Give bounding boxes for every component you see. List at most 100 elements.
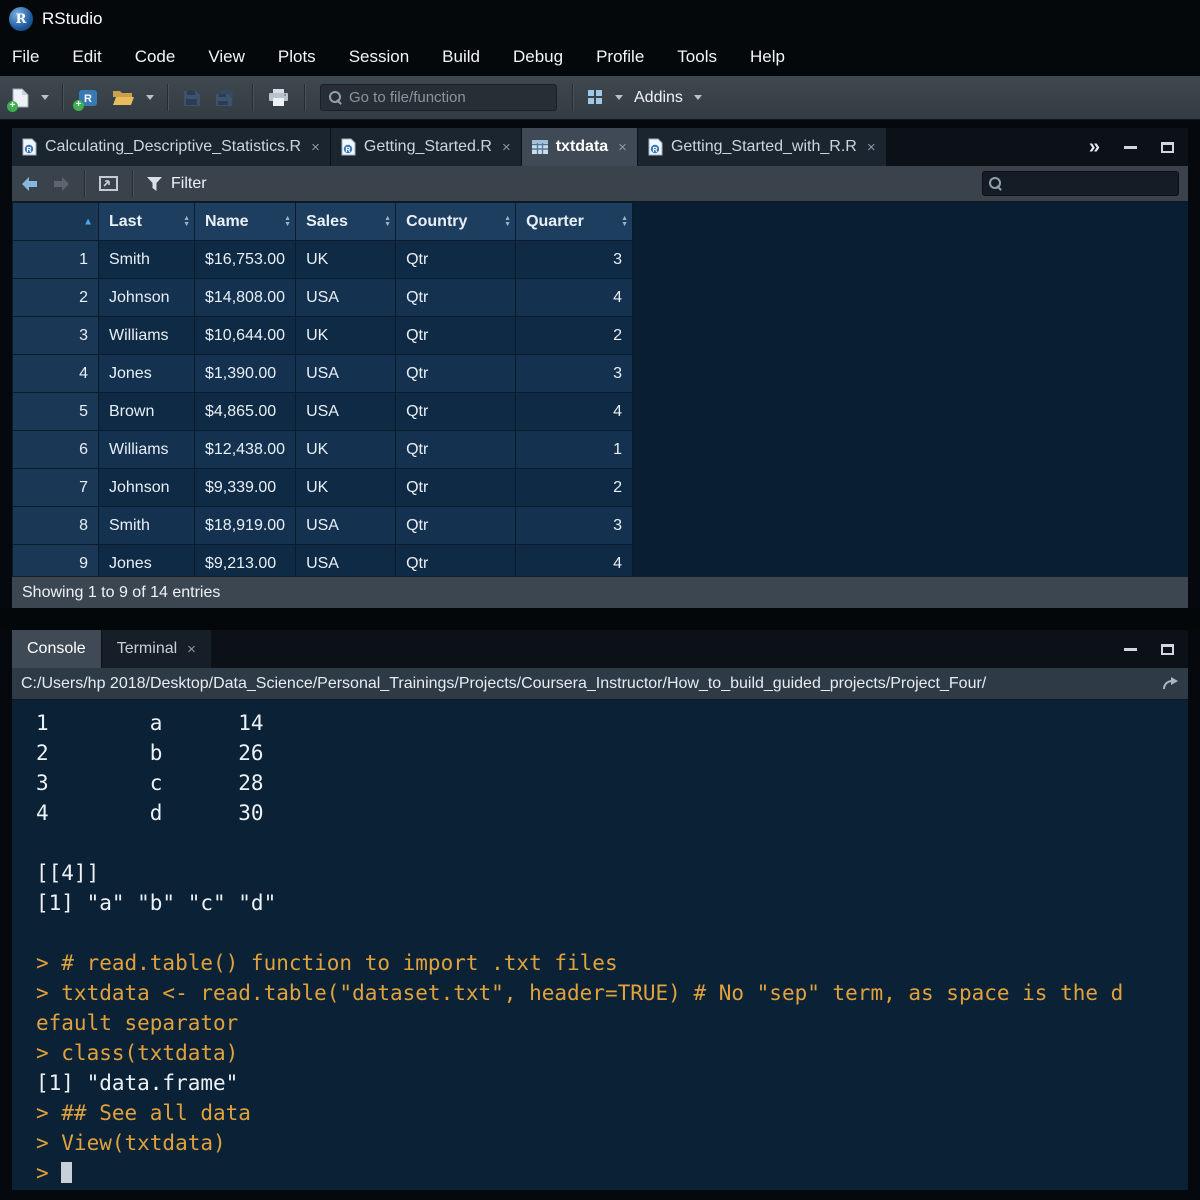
- console-tab-bar: Console Terminal ×: [12, 630, 1188, 668]
- back-arrow-icon[interactable]: [21, 176, 41, 192]
- minimize-pane-icon[interactable]: [1124, 145, 1137, 149]
- table-cell: $9,339.00: [193, 468, 297, 507]
- column-header-last[interactable]: Last ▲ ▼: [98, 202, 195, 241]
- goto-directory-icon[interactable]: [1163, 676, 1179, 691]
- editor-tab-getting_started_with_r.r[interactable]: R Getting_Started_with_R.R ×: [637, 128, 886, 166]
- filter-button[interactable]: Filter: [171, 175, 207, 193]
- maximize-pane-icon[interactable]: [1161, 643, 1174, 655]
- menu-item-build[interactable]: Build: [442, 47, 480, 67]
- menu-item-view[interactable]: View: [208, 47, 245, 67]
- column-header-name[interactable]: Name ▲ ▼: [193, 202, 297, 241]
- table-cell: $18,919.00: [193, 506, 297, 545]
- console-tab-console[interactable]: Console: [12, 630, 101, 668]
- save-all-button[interactable]: [211, 86, 241, 110]
- print-button[interactable]: [264, 85, 293, 110]
- console-line-text: > ## See all data: [36, 1101, 251, 1125]
- table-cell: UK: [295, 468, 397, 507]
- svg-text:R: R: [345, 147, 350, 154]
- data-search-box[interactable]: [982, 171, 1179, 196]
- editor-tab-getting_started.r[interactable]: R Getting_Started.R ×: [330, 128, 521, 166]
- table-cell: UK: [295, 240, 397, 279]
- close-icon[interactable]: ×: [187, 641, 196, 658]
- console-line-text: [1] "data.frame": [36, 1071, 239, 1095]
- table-row: 7 Johnson $9,339.00 UK Qtr 2: [12, 468, 634, 507]
- chevron-down-icon[interactable]: [615, 95, 623, 100]
- table-row: 3 Williams $10,644.00 UK Qtr 2: [12, 316, 634, 355]
- popout-icon[interactable]: [99, 176, 118, 191]
- working-directory-bar: C:/Users/hp 2018/Desktop/Data_Science/Pe…: [12, 668, 1188, 700]
- close-icon[interactable]: ×: [311, 139, 320, 156]
- menu-item-code[interactable]: Code: [135, 47, 176, 67]
- more-tabs-icon[interactable]: »: [1089, 136, 1100, 159]
- table-cell: Qtr: [395, 544, 517, 576]
- console-output[interactable]: 1 a 14 2 b 26 3 c 28 4 d 30 [[4]] [1] "a" "b"…: [12, 700, 1188, 1190]
- column-header-sales[interactable]: Sales ▲ ▼: [295, 202, 397, 241]
- maximize-pane-icon[interactable]: [1161, 141, 1174, 153]
- open-file-button[interactable]: [108, 86, 138, 109]
- table-cell: USA: [295, 392, 397, 431]
- console-line-text: 4 d 30: [36, 801, 264, 825]
- new-file-button[interactable]: +: [7, 85, 33, 112]
- pane-splitter[interactable]: [0, 608, 1200, 630]
- console-line: [[4]]: [36, 858, 1188, 888]
- console-line: > ## See all data: [36, 1098, 1188, 1128]
- r-file-icon: R: [341, 138, 356, 156]
- menu-item-tools[interactable]: Tools: [677, 47, 717, 67]
- menu-item-edit[interactable]: Edit: [72, 47, 101, 67]
- menu-item-debug[interactable]: Debug: [513, 47, 563, 67]
- close-icon[interactable]: ×: [867, 139, 876, 156]
- save-button[interactable]: [179, 86, 205, 110]
- goto-file-box[interactable]: [320, 84, 557, 111]
- console-line-text: > txtdata <- read.table("dataset.txt", h…: [36, 981, 1124, 1005]
- console-line: > # read.table() function to import .txt…: [36, 948, 1188, 978]
- table-cell: 1: [515, 430, 634, 469]
- filter-icon[interactable]: [147, 176, 162, 191]
- svg-text:R: R: [26, 147, 31, 154]
- open-folder-icon: [113, 91, 134, 105]
- goto-file-input[interactable]: [349, 89, 548, 106]
- table-cell: Qtr: [395, 392, 517, 431]
- console-line-text: [1] "a" "b" "c" "d": [36, 891, 277, 915]
- close-icon[interactable]: ×: [618, 139, 627, 156]
- forward-arrow-icon[interactable]: [50, 176, 70, 192]
- menu-item-file[interactable]: File: [12, 47, 39, 67]
- editor-tab-calculating_descriptive_statistics.r[interactable]: R Calculating_Descriptive_Statistics.R ×: [12, 128, 330, 166]
- menu-item-session[interactable]: Session: [349, 47, 409, 67]
- close-icon[interactable]: ×: [502, 139, 511, 156]
- menu-item-help[interactable]: Help: [750, 47, 785, 67]
- column-header-quarter[interactable]: Quarter ▲ ▼: [515, 202, 634, 241]
- editor-tab-bar: R Calculating_Descriptive_Statistics.R × R G…: [12, 128, 1188, 166]
- table-row: 8 Smith $18,919.00 USA Qtr 3: [12, 506, 634, 545]
- minimize-pane-icon[interactable]: [1124, 647, 1137, 651]
- menu-item-profile[interactable]: Profile: [596, 47, 644, 67]
- table-cell: $10,644.00: [193, 316, 297, 355]
- table-cell: USA: [295, 506, 397, 545]
- console-line-text: > # read.table() function to import .txt…: [36, 951, 618, 975]
- chevron-down-icon[interactable]: [146, 95, 154, 100]
- pane-controls: »: [1089, 128, 1188, 166]
- table-cell: 1: [12, 240, 99, 279]
- column-header-country[interactable]: Country ▲ ▼: [395, 202, 517, 241]
- console-line: > txtdata <- read.table("dataset.txt", h…: [36, 978, 1188, 1008]
- rstudio-logo-icon: R: [9, 7, 33, 31]
- chevron-down-icon[interactable]: [693, 95, 702, 100]
- table-row: 6 Williams $12,438.00 UK Qtr 1: [12, 430, 634, 469]
- search-icon: [989, 177, 1002, 190]
- new-project-button[interactable]: R +: [73, 86, 102, 111]
- table-status-bar: Showing 1 to 9 of 14 entries: [12, 576, 1188, 608]
- menu-item-plots[interactable]: Plots: [278, 47, 316, 67]
- console-tab-terminal[interactable]: Terminal ×: [101, 630, 211, 668]
- console-line-text: > class(txtdata): [36, 1041, 239, 1065]
- addins-button[interactable]: Addins: [634, 89, 683, 107]
- data-viewer-toolbar: Filter: [12, 166, 1188, 202]
- chevron-down-icon[interactable]: [41, 95, 49, 100]
- column-header-rownum[interactable]: ▲: [12, 202, 99, 241]
- table-cell: USA: [295, 278, 397, 317]
- table-cell: Qtr: [395, 316, 517, 355]
- data-search-input[interactable]: [1008, 175, 1172, 192]
- editor-tab-txtdata[interactable]: txtdata ×: [521, 128, 637, 166]
- table-cell: Jones: [98, 354, 195, 393]
- table-cell: Smith: [98, 506, 195, 545]
- table-row: 4 Jones $1,390.00 USA Qtr 3: [12, 354, 634, 393]
- addins-grid-button[interactable]: [584, 87, 607, 108]
